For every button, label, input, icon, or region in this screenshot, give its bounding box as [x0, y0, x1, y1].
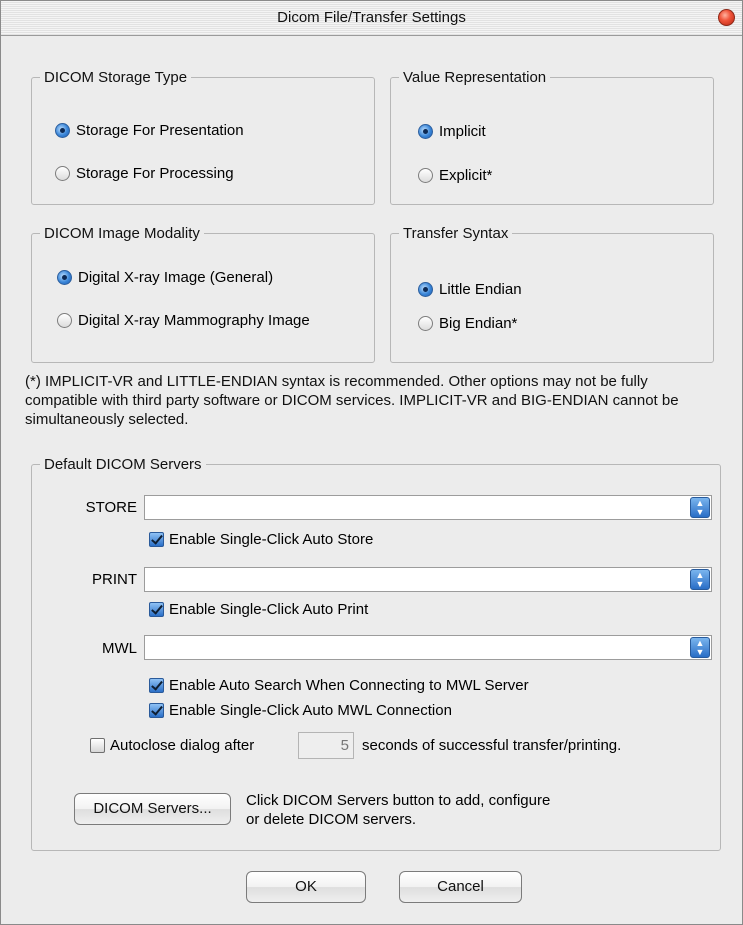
radio-little-endian[interactable]: Little Endian: [418, 281, 522, 298]
option-label: Little Endian: [439, 281, 522, 298]
radio-implicit[interactable]: Implicit: [418, 123, 486, 140]
checkbox-checked-icon[interactable]: [149, 703, 164, 718]
autoclose-prefix: Autoclose dialog after: [110, 737, 255, 754]
mwl-server-select[interactable]: ▲ ▼: [144, 635, 712, 660]
autoclose-seconds-input[interactable]: 5: [298, 732, 354, 759]
transfer-syntax-legend: Transfer Syntax: [403, 225, 509, 242]
servers-hint-line1: Click DICOM Servers button to add, confi…: [246, 792, 551, 809]
radio-storage-presentation[interactable]: Storage For Presentation: [55, 122, 244, 139]
updown-arrows-icon[interactable]: ▲ ▼: [690, 569, 710, 590]
ok-button[interactable]: OK: [246, 871, 366, 903]
checkbox-autoclose[interactable]: Autoclose dialog after: [90, 737, 254, 754]
image-modality-legend: DICOM Image Modality: [44, 225, 200, 242]
option-label: Implicit: [439, 123, 486, 140]
servers-hint: Click DICOM Servers button to add, confi…: [246, 791, 550, 829]
radio-selected-icon[interactable]: [418, 124, 433, 139]
window-title: Dicom File/Transfer Settings: [277, 9, 466, 26]
checkbox-mwl-auto-search[interactable]: Enable Auto Search When Connecting to MW…: [149, 677, 529, 694]
radio-explicit[interactable]: Explicit*: [418, 167, 492, 184]
checkbox-checked-icon[interactable]: [149, 602, 164, 617]
option-label: Storage For Processing: [76, 165, 234, 182]
checkbox-label: Enable Single-Click Auto MWL Connection: [169, 702, 452, 719]
checkbox-label: Enable Auto Search When Connecting to MW…: [169, 677, 529, 694]
close-icon[interactable]: [718, 9, 735, 26]
radio-unselected-icon[interactable]: [55, 166, 70, 181]
radio-big-endian[interactable]: Big Endian*: [418, 315, 517, 332]
title-bar[interactable]: Dicom File/Transfer Settings: [1, 1, 742, 36]
option-label: Storage For Presentation: [76, 122, 244, 139]
checkbox-unchecked-icon[interactable]: [90, 738, 105, 753]
default-servers-legend: Default DICOM Servers: [44, 456, 202, 473]
syntax-note: (*) IMPLICIT-VR and LITTLE-ENDIAN syntax…: [25, 373, 679, 428]
updown-arrows-icon[interactable]: ▲ ▼: [690, 637, 710, 658]
radio-unselected-icon[interactable]: [57, 313, 72, 328]
updown-arrows-icon[interactable]: ▲ ▼: [690, 497, 710, 518]
radio-selected-icon[interactable]: [55, 123, 70, 138]
option-label: Digital X-ray Image (General): [78, 269, 274, 286]
checkbox-checked-icon[interactable]: [149, 532, 164, 547]
autoclose-suffix: seconds of successful transfer/printing.: [362, 737, 622, 754]
option-label: Digital X-ray Mammography Image: [78, 312, 310, 329]
option-label: Explicit*: [439, 167, 493, 184]
dicom-servers-button[interactable]: DICOM Servers...: [74, 793, 231, 825]
store-label: STORE: [85, 499, 137, 516]
dialog-window: Dicom File/Transfer Settings DICOM Stora…: [0, 0, 743, 925]
radio-unselected-icon[interactable]: [418, 168, 433, 183]
checkbox-label: Enable Single-Click Auto Store: [169, 531, 374, 548]
store-server-select[interactable]: ▲ ▼: [144, 495, 712, 520]
value-representation-legend: Value Representation: [403, 69, 547, 86]
servers-hint-line2: or delete DICOM servers.: [246, 811, 417, 828]
cancel-button[interactable]: Cancel: [399, 871, 522, 903]
radio-storage-processing[interactable]: Storage For Processing: [55, 165, 234, 182]
image-modality-group: DICOM Image Modality: [31, 225, 375, 363]
print-server-select[interactable]: ▲ ▼: [144, 567, 712, 592]
checkbox-label: Enable Single-Click Auto Print: [169, 601, 369, 618]
checkbox-checked-icon[interactable]: [149, 678, 164, 693]
radio-selected-icon[interactable]: [57, 270, 72, 285]
storage-type-legend: DICOM Storage Type: [44, 69, 188, 86]
checkbox-auto-store[interactable]: Enable Single-Click Auto Store: [149, 531, 373, 548]
print-label: PRINT: [92, 571, 137, 588]
option-label: Big Endian*: [439, 315, 518, 332]
radio-unselected-icon[interactable]: [418, 316, 433, 331]
mwl-label: MWL: [102, 640, 137, 657]
checkbox-auto-print[interactable]: Enable Single-Click Auto Print: [149, 601, 368, 618]
radio-selected-icon[interactable]: [418, 282, 433, 297]
checkbox-mwl-auto-connect[interactable]: Enable Single-Click Auto MWL Connection: [149, 702, 452, 719]
radio-modality-mammography[interactable]: Digital X-ray Mammography Image: [57, 312, 310, 329]
radio-modality-general[interactable]: Digital X-ray Image (General): [57, 269, 273, 286]
